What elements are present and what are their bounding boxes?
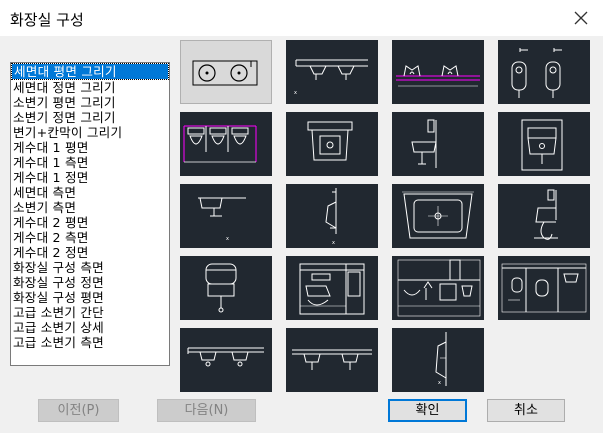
close-icon[interactable] [572, 9, 590, 27]
restroom-plan-thumbnail[interactable] [498, 256, 590, 320]
list-item[interactable]: 게수대 2 정면 [11, 245, 169, 260]
svg-text:x: x [332, 240, 335, 246]
drawing-type-list[interactable]: 세면대 평면 그리기 세면대 정면 그리기 소변기 평면 그리기 소변기 정면 그리기… [10, 62, 170, 366]
urinal-plan-thumbnail[interactable] [392, 40, 484, 104]
list-item[interactable]: 화장실 구성 평면 [11, 290, 169, 305]
list-item[interactable]: 소변기 측면 [11, 200, 169, 215]
list-item[interactable]: 소변기 정면 그리기 [11, 110, 169, 125]
window-title: 화장실 구성 [10, 11, 84, 29]
svg-text:x: x [294, 90, 297, 96]
premium-urinal-simple-thumbnail[interactable] [180, 328, 272, 392]
list-item[interactable]: 게수대 1 측면 [11, 155, 169, 170]
list-item[interactable]: 화장실 구성 정면 [11, 275, 169, 290]
premium-urinal-detail-thumbnail[interactable] [286, 328, 378, 392]
premium-urinal-side-thumbnail[interactable]: x [392, 328, 484, 392]
title-bar: 화장실 구성 [0, 0, 603, 36]
svg-text:x: x [438, 380, 441, 386]
sink-plan-thumbnail[interactable] [180, 40, 272, 104]
list-item[interactable]: 고급 소변기 측면 [11, 335, 169, 350]
toilet-partition-thumbnail[interactable] [180, 112, 272, 176]
mop-sink-2-front-thumbnail[interactable] [180, 256, 272, 320]
ok-button[interactable]: 확인 [388, 399, 467, 422]
list-item[interactable]: 게수대 1 평면 [11, 140, 169, 155]
svg-text:x: x [226, 236, 229, 242]
prev-button[interactable]: 이전(P) [38, 399, 119, 422]
list-item[interactable]: 세면대 정면 그리기 [11, 80, 169, 95]
list-item[interactable]: 변기+칸막이 그리기 [11, 125, 169, 140]
list-item[interactable]: 세면대 측면 [11, 185, 169, 200]
list-item[interactable]: 게수대 2 측면 [11, 230, 169, 245]
next-button[interactable]: 다음(N) [157, 399, 256, 422]
list-item[interactable]: 게수대 2 평면 [11, 215, 169, 230]
sink-front-thumbnail[interactable]: x [286, 40, 378, 104]
list-item[interactable]: 고급 소변기 상세 [11, 320, 169, 335]
urinal-front-thumbnail[interactable] [498, 40, 590, 104]
urinal-side-thumbnail[interactable]: x [286, 184, 378, 248]
mop-sink-2-plan-thumbnail[interactable] [392, 184, 484, 248]
mop-sink-1-front-thumbnail[interactable] [498, 112, 590, 176]
list-item[interactable]: 게수대 1 정면 [11, 170, 169, 185]
sink-side-thumbnail[interactable]: x [180, 184, 272, 248]
list-item[interactable]: 화장실 구성 측면 [11, 260, 169, 275]
list-item[interactable]: 소변기 평면 그리기 [11, 95, 169, 110]
restroom-front-thumbnail[interactable] [392, 256, 484, 320]
mop-sink-2-side-thumbnail[interactable] [498, 184, 590, 248]
list-item[interactable]: 세면대 평면 그리기 [11, 63, 169, 80]
restroom-side-thumbnail[interactable] [286, 256, 378, 320]
list-item[interactable]: 고급 소변기 간단 [11, 305, 169, 320]
cancel-button[interactable]: 취소 [487, 399, 565, 422]
mop-sink-1-side-thumbnail[interactable] [392, 112, 484, 176]
mop-sink-1-plan-thumbnail[interactable] [286, 112, 378, 176]
